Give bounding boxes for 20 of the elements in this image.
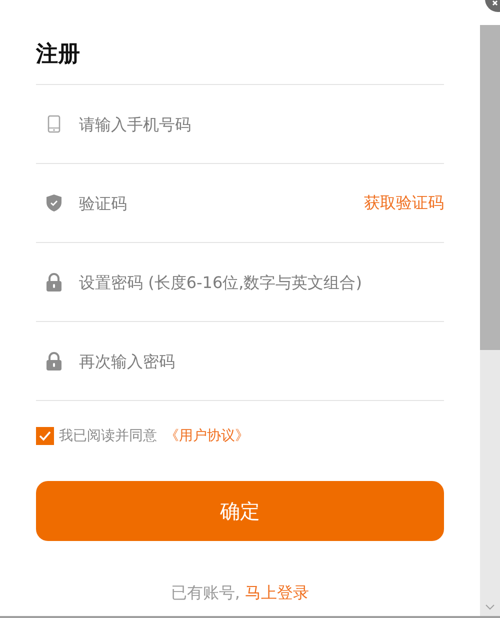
user-agreement-link[interactable]: 《用户协议》 <box>165 427 249 445</box>
lock-icon <box>46 272 62 292</box>
scrollbar[interactable] <box>480 25 500 616</box>
login-link[interactable]: 马上登录 <box>245 583 310 602</box>
phone-icon <box>46 115 62 133</box>
has-account-text: 已有账号, <box>170 583 240 602</box>
input-field[interactable]: 设置密码 (长度6-16位,数字与英文组合) <box>79 268 444 296</box>
form-title: 注册 <box>36 41 81 69</box>
close-icon[interactable] <box>484 0 500 13</box>
confirm-button[interactable]: 确定 <box>36 481 444 541</box>
scroll-thumb[interactable] <box>480 25 500 350</box>
shield-icon <box>46 194 62 212</box>
lock-icon <box>46 352 62 370</box>
input-field[interactable]: 请输入手机号码 <box>79 110 444 138</box>
agree-checkbox[interactable] <box>36 427 54 445</box>
agree-label: 我已阅读并同意 <box>59 427 157 445</box>
input-field[interactable]: 验证码 <box>79 190 364 216</box>
scroll-down-icon[interactable] <box>485 604 495 610</box>
get-code-link[interactable]: 获取验证码 <box>364 192 444 214</box>
input-field[interactable]: 再次输入密码 <box>79 348 444 374</box>
